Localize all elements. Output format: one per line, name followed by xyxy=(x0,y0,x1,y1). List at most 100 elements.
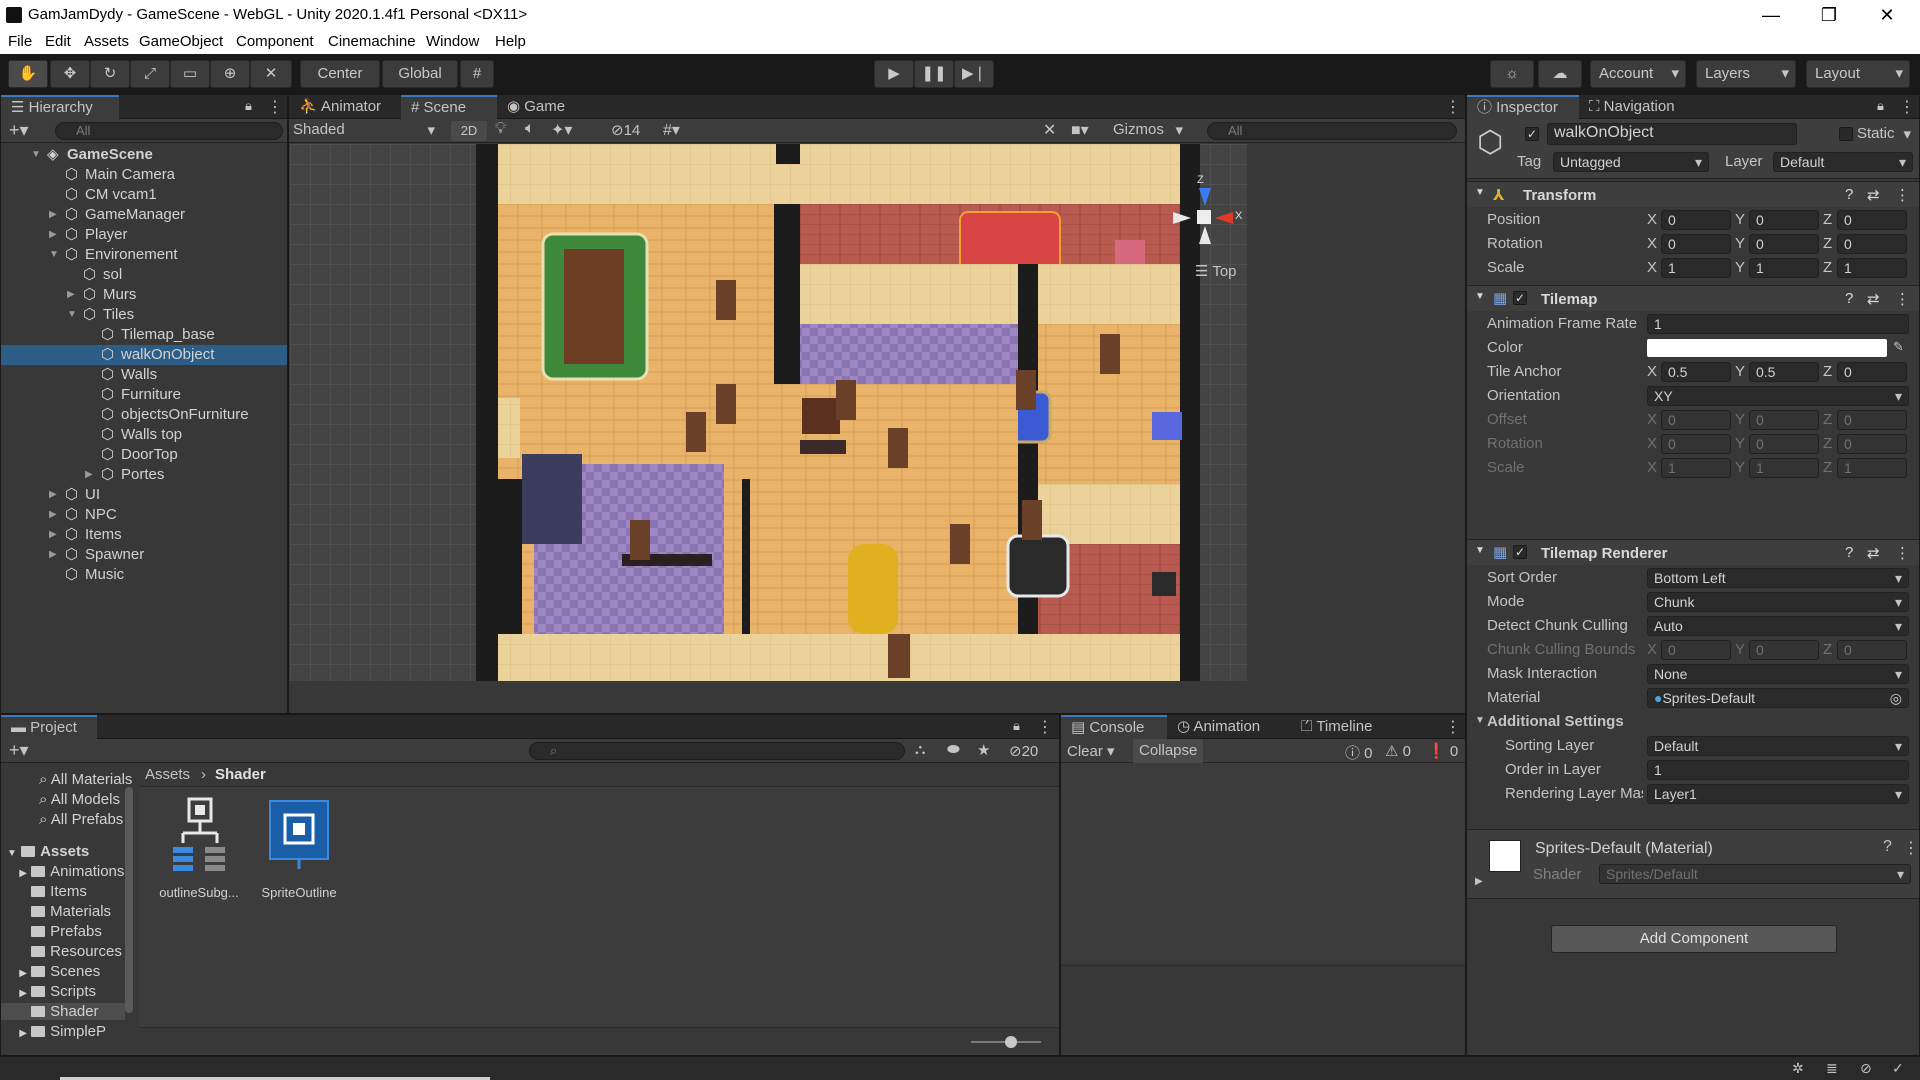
grid-snap-icon[interactable]: # xyxy=(460,60,494,88)
more-icon[interactable]: ⋮ xyxy=(267,97,283,117)
transform-menu-icon[interactable]: ⋮ xyxy=(1895,186,1910,204)
gizmo-center-cube[interactable] xyxy=(1197,210,1211,224)
icon-size-slider-thumb[interactable] xyxy=(1005,1036,1017,1048)
inspector-lock-icon[interactable]: 🔒︎ xyxy=(1877,98,1884,114)
play-button[interactable]: ▶ xyxy=(874,60,914,88)
favorite-star-icon[interactable]: ★ xyxy=(977,741,990,759)
hierarchy-item[interactable]: ▶ ⬡ UI xyxy=(1,485,287,505)
renderer-menu-icon[interactable]: ⋮ xyxy=(1895,544,1910,562)
gizmo-neg-x-arrow[interactable] xyxy=(1173,212,1191,224)
scene-search-input[interactable]: All xyxy=(1207,122,1457,140)
tilemap-renderer-header[interactable]: ▼ ▦ ✓ Tilemap Renderer ? ⇄ ⋮ xyxy=(1467,539,1919,565)
account-dropdown[interactable]: Account xyxy=(1590,60,1686,88)
asset-outline-subgraph[interactable]: outlineSubg... xyxy=(157,797,241,907)
project-more-icon[interactable]: ⋮ xyxy=(1037,717,1053,737)
tilemap-preset-icon[interactable]: ⇄ xyxy=(1867,290,1880,308)
assets-root[interactable]: ▼ Assets xyxy=(7,843,89,860)
tile-anchor-z-field[interactable]: 0 xyxy=(1837,362,1907,382)
tools-icon[interactable]: ✕ xyxy=(1043,120,1056,140)
renderer-enabled-checkbox[interactable]: ✓ xyxy=(1513,545,1527,559)
hierarchy-item[interactable]: ▶ ⬡ NPC xyxy=(1,505,287,525)
project-folder-materials[interactable]: Materials xyxy=(1,903,125,920)
project-folder-scripts[interactable]: ▶ Scripts xyxy=(1,983,125,1000)
collapse-arrow-icon[interactable]: ▶ xyxy=(85,465,93,485)
tree-scrollbar[interactable] xyxy=(125,787,133,1013)
orientation-dropdown[interactable]: XY xyxy=(1647,386,1909,406)
collapse-arrow-icon[interactable]: ▶ xyxy=(49,205,57,225)
object-picker-icon[interactable]: ◎ xyxy=(1890,689,1902,707)
mode-dropdown[interactable]: Chunk xyxy=(1647,592,1909,612)
hierarchy-item[interactable]: ⬡ Furniture xyxy=(1,385,287,405)
step-button[interactable]: ▶❘ xyxy=(954,60,994,88)
log-count-toggle[interactable]: ⓘ 0 xyxy=(1345,742,1373,763)
effects-icon[interactable]: ✦▾ xyxy=(551,120,572,140)
project-folder-shader[interactable]: Shader xyxy=(1,1003,125,1020)
collapse-arrow-icon[interactable]: ▶ xyxy=(49,545,57,565)
collapse-arrow-icon[interactable]: ▶ xyxy=(49,525,57,545)
console-more-icon[interactable]: ⋮ xyxy=(1445,717,1461,737)
hierarchy-item[interactable]: ⬡ walkOnObject xyxy=(1,345,287,365)
collapse-button[interactable]: Collapse xyxy=(1133,739,1204,763)
project-folder-items[interactable]: Items xyxy=(1,883,125,900)
hierarchy-item[interactable]: ▶ ⬡ Player xyxy=(1,225,287,245)
hidden-packages-counter[interactable]: ⊘20 xyxy=(1009,742,1038,760)
material-field[interactable]: ●Sprites-Default ◎ xyxy=(1647,688,1909,708)
hierarchy-item[interactable]: ▼ ⬡ Environement xyxy=(1,245,287,265)
filter-type-icon[interactable]: ⛬ xyxy=(915,741,926,758)
favorite-all-materials[interactable]: ⌕ All Materials xyxy=(39,771,132,788)
active-checkbox[interactable]: ✓ xyxy=(1525,127,1539,141)
menu-cinemachine[interactable]: Cinemachine xyxy=(328,33,416,50)
project-folder-scenes[interactable]: ▶ Scenes xyxy=(1,963,125,980)
sorting-layer-dropdown[interactable]: Default xyxy=(1647,736,1909,756)
transform-rotation-z-field[interactable]: 0 xyxy=(1837,234,1907,254)
tab-scene[interactable]: # Scene xyxy=(401,95,497,119)
menu-window[interactable]: Window xyxy=(426,33,479,50)
checkmark-icon[interactable]: ✓ xyxy=(1892,1060,1904,1077)
rect-tool-icon[interactable]: ▭ xyxy=(170,60,210,88)
close-icon[interactable]: ✕ xyxy=(1858,0,1916,30)
tilemap-enabled-checkbox[interactable]: ✓ xyxy=(1513,291,1527,305)
rotate-tool-icon[interactable]: ↻ xyxy=(90,60,130,88)
favorite-all-prefabs[interactable]: ⌕ All Prefabs xyxy=(39,811,123,828)
lighting-icon[interactable]: 💡︎ xyxy=(495,120,506,138)
project-folder-animations[interactable]: ▶ Animations xyxy=(1,863,125,880)
project-folder-simplep[interactable]: ▶ SimpleP xyxy=(1,1023,125,1040)
renderer-fold-icon[interactable]: ▼ xyxy=(1475,545,1485,556)
clear-button[interactable]: Clear ▾ xyxy=(1067,742,1115,760)
mask-interaction-dropdown[interactable]: None xyxy=(1647,664,1909,684)
transform-scale-y-field[interactable]: 1 xyxy=(1749,258,1819,278)
detect-chunk-culling-dropdown[interactable]: Auto xyxy=(1647,616,1909,636)
transform-help-icon[interactable]: ? xyxy=(1845,186,1853,203)
transform-rotation-x-field[interactable]: 0 xyxy=(1661,234,1731,254)
error-count-toggle[interactable]: ❗ 0 xyxy=(1427,742,1458,760)
view-orientation-label[interactable]: ☰ Top xyxy=(1195,262,1237,280)
expand-arrow-icon[interactable]: ▼ xyxy=(49,245,59,265)
collapse-arrow-icon[interactable]: ▶ xyxy=(49,505,57,525)
scale-tool-icon[interactable]: ⤢ xyxy=(130,60,170,88)
tab-game[interactable]: ◉ Game xyxy=(497,95,577,119)
additional-fold-icon[interactable]: ▼ xyxy=(1475,715,1485,726)
additional-settings-foldout[interactable]: ▼ Additional Settings xyxy=(1467,711,1919,733)
hierarchy-item[interactable]: ⬡ Walls top xyxy=(1,425,287,445)
camera-icon[interactable]: ■▾ xyxy=(1071,120,1089,140)
tab-animator[interactable]: ⛹ Animator xyxy=(289,95,401,119)
hierarchy-item[interactable]: ⬡ Main Camera xyxy=(1,165,287,185)
maximize-icon[interactable]: ❐ xyxy=(1800,0,1858,30)
grid-visibility-icon[interactable]: #▾ xyxy=(663,120,680,140)
hierarchy-item[interactable]: ⬡ Tilemap_base xyxy=(1,325,287,345)
hierarchy-item[interactable]: ⬡ DoorTop xyxy=(1,445,287,465)
shader-dropdown[interactable]: Sprites/Default xyxy=(1599,864,1911,884)
hierarchy-item[interactable]: ⬡ CM vcam1 xyxy=(1,185,287,205)
hierarchy-item[interactable]: ▶ ⬡ Murs xyxy=(1,285,287,305)
hierarchy-item[interactable]: ▶ ⬡ Portes xyxy=(1,465,287,485)
layer-dropdown[interactable]: Default xyxy=(1773,152,1913,172)
orientation-gizmo[interactable]: Z X xyxy=(1165,174,1245,254)
debug-icon[interactable]: ✲ xyxy=(1792,1060,1804,1077)
gizmos-dropdown[interactable]: Gizmos xyxy=(1109,121,1189,141)
inspector-more-icon[interactable]: ⋮ xyxy=(1899,97,1915,117)
hierarchy-search-input[interactable]: All xyxy=(55,122,283,140)
project-folder-prefabs[interactable]: Prefabs xyxy=(1,923,125,940)
renderer-help-icon[interactable]: ? xyxy=(1845,544,1853,561)
pause-button[interactable]: ❚❚ xyxy=(914,60,954,88)
renderer-preset-icon[interactable]: ⇄ xyxy=(1867,544,1880,562)
